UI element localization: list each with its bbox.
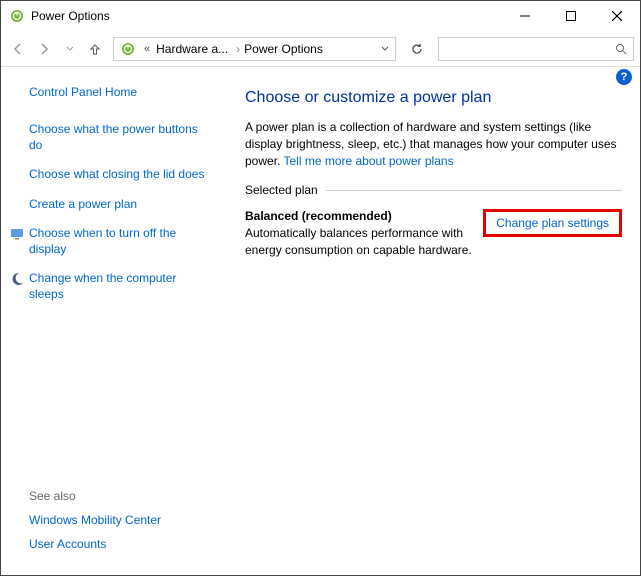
power-options-icon <box>120 41 136 57</box>
sidebar-link-label[interactable]: Change when the computer sleeps <box>29 270 207 302</box>
sidebar-link-power-buttons[interactable]: Choose what the power buttons do <box>11 121 207 153</box>
close-button[interactable] <box>594 1 640 31</box>
tell-me-more-link[interactable]: Tell me more about power plans <box>283 154 453 168</box>
sidebar-link-create-plan[interactable]: Create a power plan <box>11 196 207 212</box>
help-icon[interactable]: ? <box>616 69 632 85</box>
breadcrumb-overflow[interactable]: « <box>140 43 154 55</box>
titlebar: Power Options <box>1 1 640 31</box>
breadcrumb[interactable]: « Hardware a... › Power Options <box>113 37 396 61</box>
refresh-button[interactable] <box>404 37 430 61</box>
chevron-right-icon: › <box>234 42 242 56</box>
sidebar-link-label[interactable]: Choose what closing the lid does <box>29 166 204 182</box>
change-plan-highlight: Change plan settings <box>483 209 622 237</box>
search-icon <box>615 43 627 55</box>
breadcrumb-item-hardware[interactable]: Hardware a... <box>154 42 234 56</box>
see-also-user-accounts[interactable]: User Accounts <box>29 537 207 551</box>
plan-name: Balanced (recommended) <box>245 209 475 223</box>
see-also-heading: See also <box>29 489 207 503</box>
power-options-icon <box>9 8 25 24</box>
breadcrumb-item-power-options[interactable]: Power Options <box>242 42 329 56</box>
display-icon <box>9 226 25 242</box>
main-content: ? Choose or customize a power plan A pow… <box>221 67 640 575</box>
up-button[interactable] <box>85 39 105 59</box>
sidebar-link-closing-lid[interactable]: Choose what closing the lid does <box>11 166 207 182</box>
divider <box>326 190 622 191</box>
sidebar-link-label[interactable]: Choose when to turn off the display <box>29 225 207 257</box>
sidebar-link-computer-sleeps[interactable]: Change when the computer sleeps <box>11 270 207 302</box>
minimize-button[interactable] <box>502 1 548 31</box>
forward-button[interactable] <box>33 38 55 60</box>
section-selected-plan: Selected plan <box>245 183 622 197</box>
maximize-button[interactable] <box>548 1 594 31</box>
sidebar-link-turn-off-display[interactable]: Choose when to turn off the display <box>11 225 207 257</box>
chevron-down-icon[interactable] <box>377 45 393 53</box>
see-also-mobility-center[interactable]: Windows Mobility Center <box>29 513 207 527</box>
navbar: « Hardware a... › Power Options <box>1 31 640 67</box>
back-button[interactable] <box>7 38 29 60</box>
sidebar: Control Panel Home Choose what the power… <box>1 67 221 575</box>
recent-dropdown-icon[interactable] <box>59 38 81 60</box>
page-description: A power plan is a collection of hardware… <box>245 119 622 169</box>
sidebar-link-label[interactable]: Create a power plan <box>29 196 137 212</box>
sidebar-link-label[interactable]: Choose what the power buttons do <box>29 121 207 153</box>
page-heading: Choose or customize a power plan <box>245 89 622 107</box>
search-box[interactable] <box>438 37 634 61</box>
control-panel-home-link[interactable]: Control Panel Home <box>29 85 207 99</box>
search-input[interactable] <box>445 42 615 56</box>
change-plan-settings-link[interactable]: Change plan settings <box>496 216 609 230</box>
plan-description: Automatically balances performance with … <box>245 225 475 257</box>
window-title: Power Options <box>31 9 502 23</box>
moon-icon <box>9 271 25 287</box>
